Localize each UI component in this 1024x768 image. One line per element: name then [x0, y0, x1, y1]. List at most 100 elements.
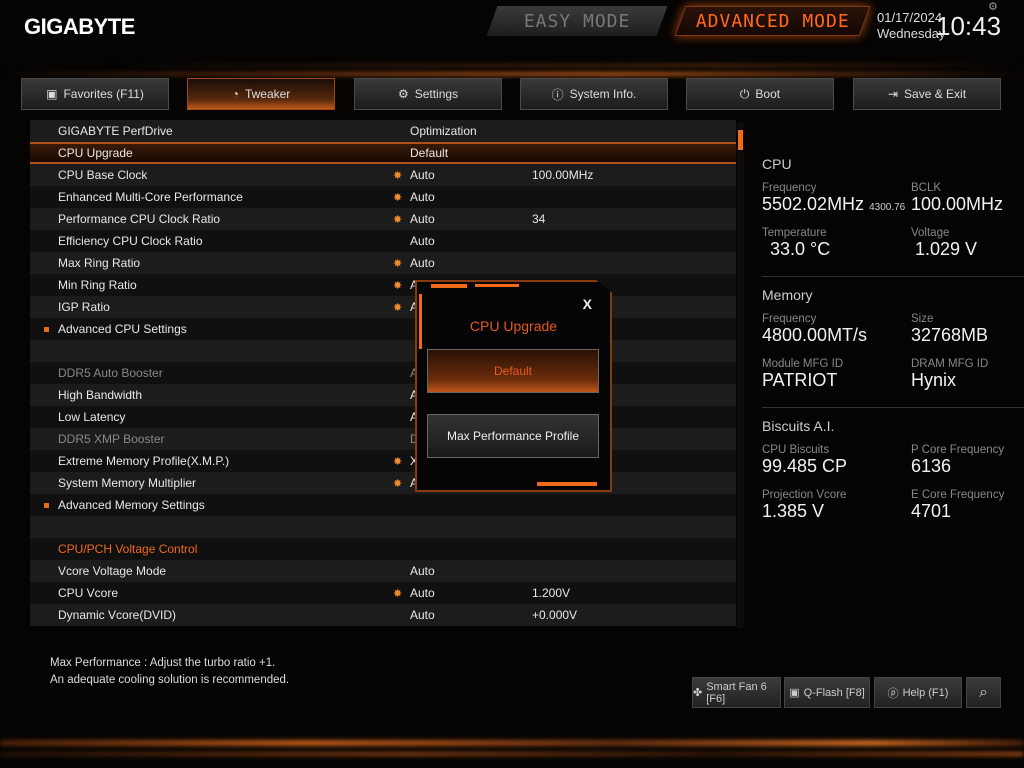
setting-label: GIGABYTE PerfDrive — [58, 124, 173, 138]
q-flash-button[interactable]: ▣ Q-Flash [F8] — [784, 677, 870, 708]
setting-row[interactable]: Advanced CPU Settings — [30, 318, 736, 340]
setting-value[interactable]: Optimization — [410, 124, 477, 138]
settings-gear-icon[interactable]: ⚙ — [988, 0, 998, 13]
setting-row[interactable]: Efficiency CPU Clock Ratio Auto — [30, 230, 736, 252]
help-text: Max Performance : Adjust the turbo ratio… — [50, 655, 289, 689]
tab-boot[interactable]: ⏻ Boot — [686, 78, 834, 110]
setting-value[interactable]: Auto — [410, 234, 435, 248]
decor-bar — [431, 284, 467, 288]
tab-settings[interactable]: ⚙ Settings — [354, 78, 502, 110]
label: Projection Vcore — [762, 489, 847, 501]
setting-value[interactable]: Auto — [410, 190, 435, 204]
setting-label: CPU Base Clock — [58, 168, 148, 182]
submenu-bullet-icon — [44, 502, 49, 508]
power-icon: ⏻ — [739, 86, 750, 101]
clock: 10:43 — [936, 11, 1002, 41]
setting-row[interactable]: Low Latency A — [30, 406, 736, 428]
setting-label: Low Latency — [58, 410, 126, 424]
tab-favorites[interactable]: ▣ Favorites (F11) — [21, 78, 169, 110]
setting-label: Enhanced Multi-Core Performance — [58, 190, 243, 204]
e-core-frequency: 4701 — [911, 501, 952, 521]
setting-value[interactable]: Auto — [410, 608, 435, 622]
tab-label: Save & Exit — [904, 87, 967, 101]
help-button[interactable]: ⓟ Help (F1) — [874, 677, 962, 708]
temperature-value: 33.0 °C — [770, 239, 831, 259]
tab-system-info[interactable]: ⓘ System Info. — [520, 78, 668, 110]
help-line: Max Performance : Adjust the turbo ratio… — [50, 657, 276, 669]
setting-value[interactable]: Auto — [410, 586, 435, 600]
close-icon[interactable]: X — [583, 296, 592, 312]
fan-icon: ✤ — [693, 687, 703, 699]
setting-current-value: 1.200V — [532, 586, 571, 600]
setting-row — [30, 516, 736, 538]
setting-row[interactable]: System Memory Multiplier✸Auto — [30, 472, 736, 494]
voltage-value: 1.029 V — [915, 239, 978, 259]
label: Frequency — [762, 313, 817, 325]
label: Voltage — [911, 227, 950, 239]
star-icon: ✸ — [393, 213, 403, 226]
setting-value[interactable]: Auto — [410, 212, 435, 226]
setting-row[interactable]: Performance CPU Clock Ratio ✸ Auto 34 — [30, 208, 736, 230]
label: E Core Frequency — [911, 489, 1005, 501]
setting-value[interactable]: Auto — [410, 564, 435, 578]
memory-section: Memory Frequency 4800.00MT/s Size 32768MB … — [762, 287, 1024, 408]
setting-label: CPU Upgrade — [58, 146, 133, 160]
option-max-performance[interactable]: Max Performance Profile — [427, 414, 599, 458]
smart-fan-button[interactable]: ✤ Smart Fan 6 [F6] — [692, 677, 781, 708]
cpu-frequency-sub: 4300.76 — [869, 202, 906, 213]
header-streak — [0, 72, 1024, 76]
decor-bar — [537, 482, 597, 486]
label: Module MFG ID — [762, 358, 844, 370]
label: Temperature — [762, 227, 827, 239]
setting-row[interactable]: Advanced Memory Settings — [30, 494, 736, 516]
label: P Core Frequency — [911, 444, 1005, 456]
setting-current-value: 34 — [532, 212, 546, 226]
setting-value[interactable]: Default — [410, 146, 448, 160]
scrollbar-thumb[interactable] — [738, 130, 743, 150]
setting-row[interactable]: CPU Vcore ✸ Auto 1.200V — [30, 582, 736, 604]
option-default[interactable]: Default — [427, 349, 599, 393]
setting-label: Max Ring Ratio — [58, 256, 141, 270]
setting-row[interactable]: Min Ring Ratio ✸ A — [30, 274, 736, 296]
setting-row[interactable]: Extreme Memory Profile(X.M.P.)✸X0-40-76-… — [30, 450, 736, 472]
setting-label: DDR5 Auto Booster — [58, 366, 163, 380]
setting-row[interactable]: IGP Ratio ✸ A — [30, 296, 736, 318]
setting-row[interactable]: DDR5 Auto Booster A — [30, 362, 736, 384]
star-icon: ✸ — [393, 279, 403, 292]
projection-vcore: 1.385 V — [762, 501, 825, 521]
setting-row[interactable]: Vcore Voltage Mode Auto — [30, 560, 736, 582]
easy-mode-button[interactable]: EASY MODE — [486, 6, 668, 36]
setting-row[interactable]: Enhanced Multi-Core Performance ✸ Auto — [30, 186, 736, 208]
setting-row[interactable]: Max Ring Ratio ✸ Auto — [30, 252, 736, 274]
setting-row[interactable]: GIGABYTE PerfDrive Optimization — [30, 120, 736, 142]
setting-label: Dynamic Vcore(DVID) — [58, 608, 177, 622]
star-icon: ✸ — [393, 191, 403, 204]
tab-tweaker[interactable]: ◔ Tweaker — [187, 78, 335, 110]
star-icon: ✸ — [393, 257, 403, 270]
setting-row[interactable]: CPU Upgrade Default — [30, 142, 736, 164]
label: BCLK — [911, 182, 942, 194]
star-icon: ✸ — [393, 169, 403, 182]
exit-icon: ⇥ — [887, 87, 899, 101]
dialog-title: CPU Upgrade — [469, 318, 558, 334]
setting-row[interactable]: DDR5 XMP Booster D — [30, 428, 736, 450]
setting-value[interactable]: Auto — [410, 168, 435, 182]
cpu-upgrade-dialog: X CPU Upgrade Default Max Performance Pr… — [415, 280, 612, 492]
module-mfg: PATRIOT — [762, 370, 838, 390]
setting-current-value: 100.00MHz — [532, 168, 594, 182]
submenu-bullet-icon — [44, 326, 49, 332]
setting-row[interactable]: High Bandwidth A — [30, 384, 736, 406]
setting-label: Performance CPU Clock Ratio — [58, 212, 221, 226]
decor-bar — [475, 284, 519, 287]
setting-row[interactable]: Dynamic Vcore(DVID) Auto +0.000V — [30, 604, 736, 626]
tab-label: Settings — [414, 87, 459, 101]
scrollbar[interactable] — [737, 122, 744, 628]
setting-label: Extreme Memory Profile(X.M.P.) — [58, 454, 230, 468]
setting-value[interactable]: Auto — [410, 256, 435, 270]
tab-save-exit[interactable]: ⇥ Save & Exit — [853, 78, 1001, 110]
search-button[interactable]: ⌕ — [966, 677, 1001, 708]
advanced-mode-button[interactable]: ADVANCED MODE — [674, 6, 871, 36]
setting-row[interactable]: CPU/PCH Voltage Control — [30, 538, 736, 560]
setting-row[interactable]: CPU Base Clock ✸ Auto 100.00MHz — [30, 164, 736, 186]
gear-icon: ⚙ — [397, 87, 409, 101]
